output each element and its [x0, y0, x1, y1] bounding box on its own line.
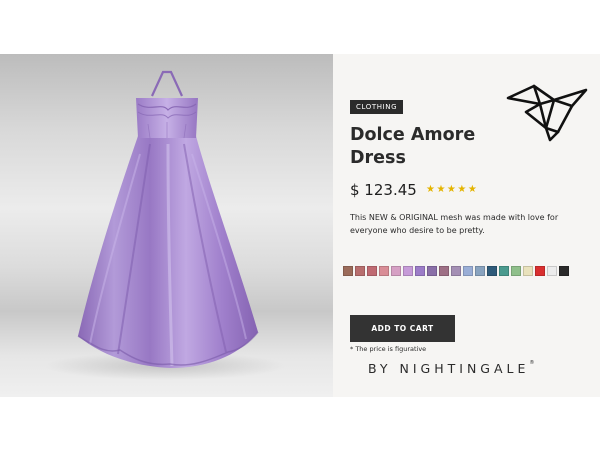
- color-swatch[interactable]: [415, 266, 425, 276]
- star-rating: ★★★★★: [426, 184, 479, 195]
- product-price: $ 123.45: [350, 181, 417, 199]
- color-swatch[interactable]: [535, 266, 545, 276]
- product-title: Dolce Amore Dress: [350, 124, 500, 170]
- color-swatch[interactable]: [451, 266, 461, 276]
- color-swatch[interactable]: [403, 266, 413, 276]
- color-swatch[interactable]: [391, 266, 401, 276]
- color-swatch[interactable]: [523, 266, 533, 276]
- product-title-line1: Dolce Amore: [350, 125, 476, 145]
- color-swatch[interactable]: [499, 266, 509, 276]
- brand-signature: BY NIGHTINGALE®: [368, 360, 535, 376]
- color-swatch[interactable]: [511, 266, 521, 276]
- price-note: * The price is figurative: [350, 345, 427, 353]
- add-to-cart-button[interactable]: ADD TO CART: [350, 315, 455, 342]
- color-swatches: [343, 266, 569, 276]
- color-swatch[interactable]: [559, 266, 569, 276]
- color-swatch[interactable]: [547, 266, 557, 276]
- color-swatch[interactable]: [487, 266, 497, 276]
- dress-image: [45, 70, 285, 380]
- product-description: This NEW & ORIGINAL mesh was made with l…: [350, 213, 559, 235]
- product-info-panel: CLOTHING Dolce Amore Dress $ 123.45 ★★★★…: [333, 54, 600, 397]
- color-swatch[interactable]: [343, 266, 353, 276]
- brand-signature-text: BY NIGHTINGALE: [368, 361, 530, 376]
- color-swatch[interactable]: [463, 266, 473, 276]
- color-swatch[interactable]: [439, 266, 449, 276]
- category-tag[interactable]: CLOTHING: [350, 100, 404, 114]
- product-card: CLOTHING Dolce Amore Dress $ 123.45 ★★★★…: [0, 54, 600, 397]
- color-swatch[interactable]: [379, 266, 389, 276]
- color-swatch[interactable]: [427, 266, 437, 276]
- color-swatch[interactable]: [475, 266, 485, 276]
- registered-mark: ®: [529, 360, 535, 366]
- color-swatch[interactable]: [367, 266, 377, 276]
- color-swatch[interactable]: [355, 266, 365, 276]
- product-image-panel: [0, 54, 333, 397]
- origami-bird-icon: [506, 84, 588, 142]
- product-title-line2: Dress: [350, 148, 406, 168]
